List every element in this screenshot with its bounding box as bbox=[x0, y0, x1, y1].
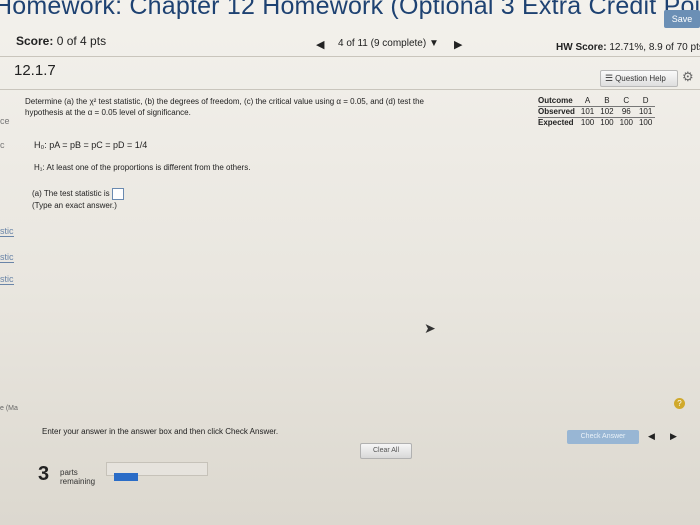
table-header-cell: C bbox=[616, 96, 636, 107]
help-icon[interactable]: ? bbox=[674, 398, 685, 409]
table-header-cell: Outcome bbox=[538, 96, 578, 107]
save-button[interactable]: Save bbox=[664, 10, 700, 28]
question-help-button[interactable]: ☰ Question Help bbox=[600, 70, 678, 87]
table-header-cell: D bbox=[635, 96, 656, 107]
question-help-label: Question Help bbox=[615, 74, 666, 83]
answer-input[interactable] bbox=[111, 188, 124, 200]
progress-fill bbox=[114, 473, 138, 481]
parts-label: parts remaining bbox=[60, 468, 96, 486]
table-cell: Expected bbox=[538, 118, 574, 127]
title-bar: Homework: Chapter 12 Homework (Optional … bbox=[0, 0, 700, 30]
score-value: 0 of 4 pts bbox=[56, 34, 107, 48]
next-part-icon[interactable]: ▶ bbox=[670, 431, 677, 442]
null-hypothesis: H₀: pA = pB = pC = pD = 1/4 bbox=[34, 140, 148, 150]
sidebar-fragment: ce bbox=[0, 116, 10, 126]
part-a-prompt: (a) The test statistic is bbox=[32, 189, 110, 199]
sidebar-link[interactable]: stic bbox=[0, 274, 14, 285]
table-cell: 102 bbox=[597, 106, 617, 118]
table-row: Expected 100 100 100 100 bbox=[538, 118, 655, 129]
table-cell: 100 bbox=[580, 118, 595, 127]
part-a-hint: (Type an exact answer.) bbox=[32, 201, 117, 210]
question-pager[interactable]: 4 of 11 (9 complete) ▼ bbox=[338, 38, 439, 49]
table-header-cell: B bbox=[597, 96, 617, 107]
table-header-row: Outcome A B C D bbox=[538, 96, 656, 107]
gear-icon[interactable]: ⚙ bbox=[682, 69, 694, 85]
check-answer-button[interactable]: Check Answer bbox=[567, 430, 639, 444]
next-question-icon[interactable]: ▶ bbox=[454, 38, 462, 51]
table-cell: 96 bbox=[616, 106, 636, 118]
table-header-cell: A bbox=[577, 96, 598, 107]
table-cell: Observed bbox=[538, 106, 578, 118]
list-icon: ☰ bbox=[605, 73, 614, 83]
homework-page: Homework: Chapter 12 Homework (Optional … bbox=[0, 0, 700, 525]
hw-score-label: HW Score: bbox=[556, 42, 607, 53]
question-score: Score: 0 of 4 pts bbox=[16, 34, 106, 48]
question-prompt: Determine (a) the χ² test statistic, (b)… bbox=[25, 96, 510, 118]
prev-part-icon[interactable]: ◀ bbox=[648, 431, 655, 442]
sidebar-link[interactable]: stic bbox=[0, 226, 14, 237]
table-cell: 101 bbox=[635, 106, 656, 118]
table-cell: 100 bbox=[600, 118, 614, 127]
question-number: 12.1.7 bbox=[14, 62, 56, 79]
part-a: (a) The test statistic is (Type an exact… bbox=[32, 188, 124, 211]
table-cell: 100 bbox=[638, 118, 653, 127]
hw-score-value: 12.71%, 8.9 of 70 pts bbox=[609, 42, 700, 53]
answer-instructions: Enter your answer in the answer box and … bbox=[42, 427, 279, 436]
parts-count: 3 bbox=[38, 463, 50, 485]
alternative-hypothesis: H₁: At least one of the proportions is d… bbox=[34, 163, 251, 172]
table-row: Observed 101 102 96 101 bbox=[538, 106, 656, 118]
data-table: Outcome A B C D Observed 101 102 96 101 … bbox=[538, 96, 656, 129]
score-label: Score: bbox=[16, 34, 54, 48]
score-row: Score: 0 of 4 pts ◀ 4 of 11 (9 complete)… bbox=[0, 30, 700, 57]
page-title: Homework: Chapter 12 Homework (Optional … bbox=[0, 0, 700, 20]
question-number-row: 12.1.7 bbox=[0, 57, 700, 90]
clear-all-button[interactable]: Clear All bbox=[360, 443, 412, 459]
question-prompt-line2: hypothesis at the α = 0.05 level of sign… bbox=[25, 108, 191, 117]
sidebar-fragment: c bbox=[0, 140, 5, 150]
sidebar-fragment: e (Ma bbox=[0, 405, 18, 412]
prev-question-icon[interactable]: ◀ bbox=[316, 38, 324, 51]
question-prompt-line1: Determine (a) the χ² test statistic, (b)… bbox=[25, 97, 424, 106]
table-cell: 100 bbox=[619, 118, 633, 127]
hw-score: HW Score: 12.71%, 8.9 of 70 pts bbox=[556, 42, 700, 53]
table-cell: 101 bbox=[577, 106, 598, 118]
sidebar-link[interactable]: stic bbox=[0, 252, 14, 263]
cursor-icon: ➤ bbox=[424, 320, 436, 336]
